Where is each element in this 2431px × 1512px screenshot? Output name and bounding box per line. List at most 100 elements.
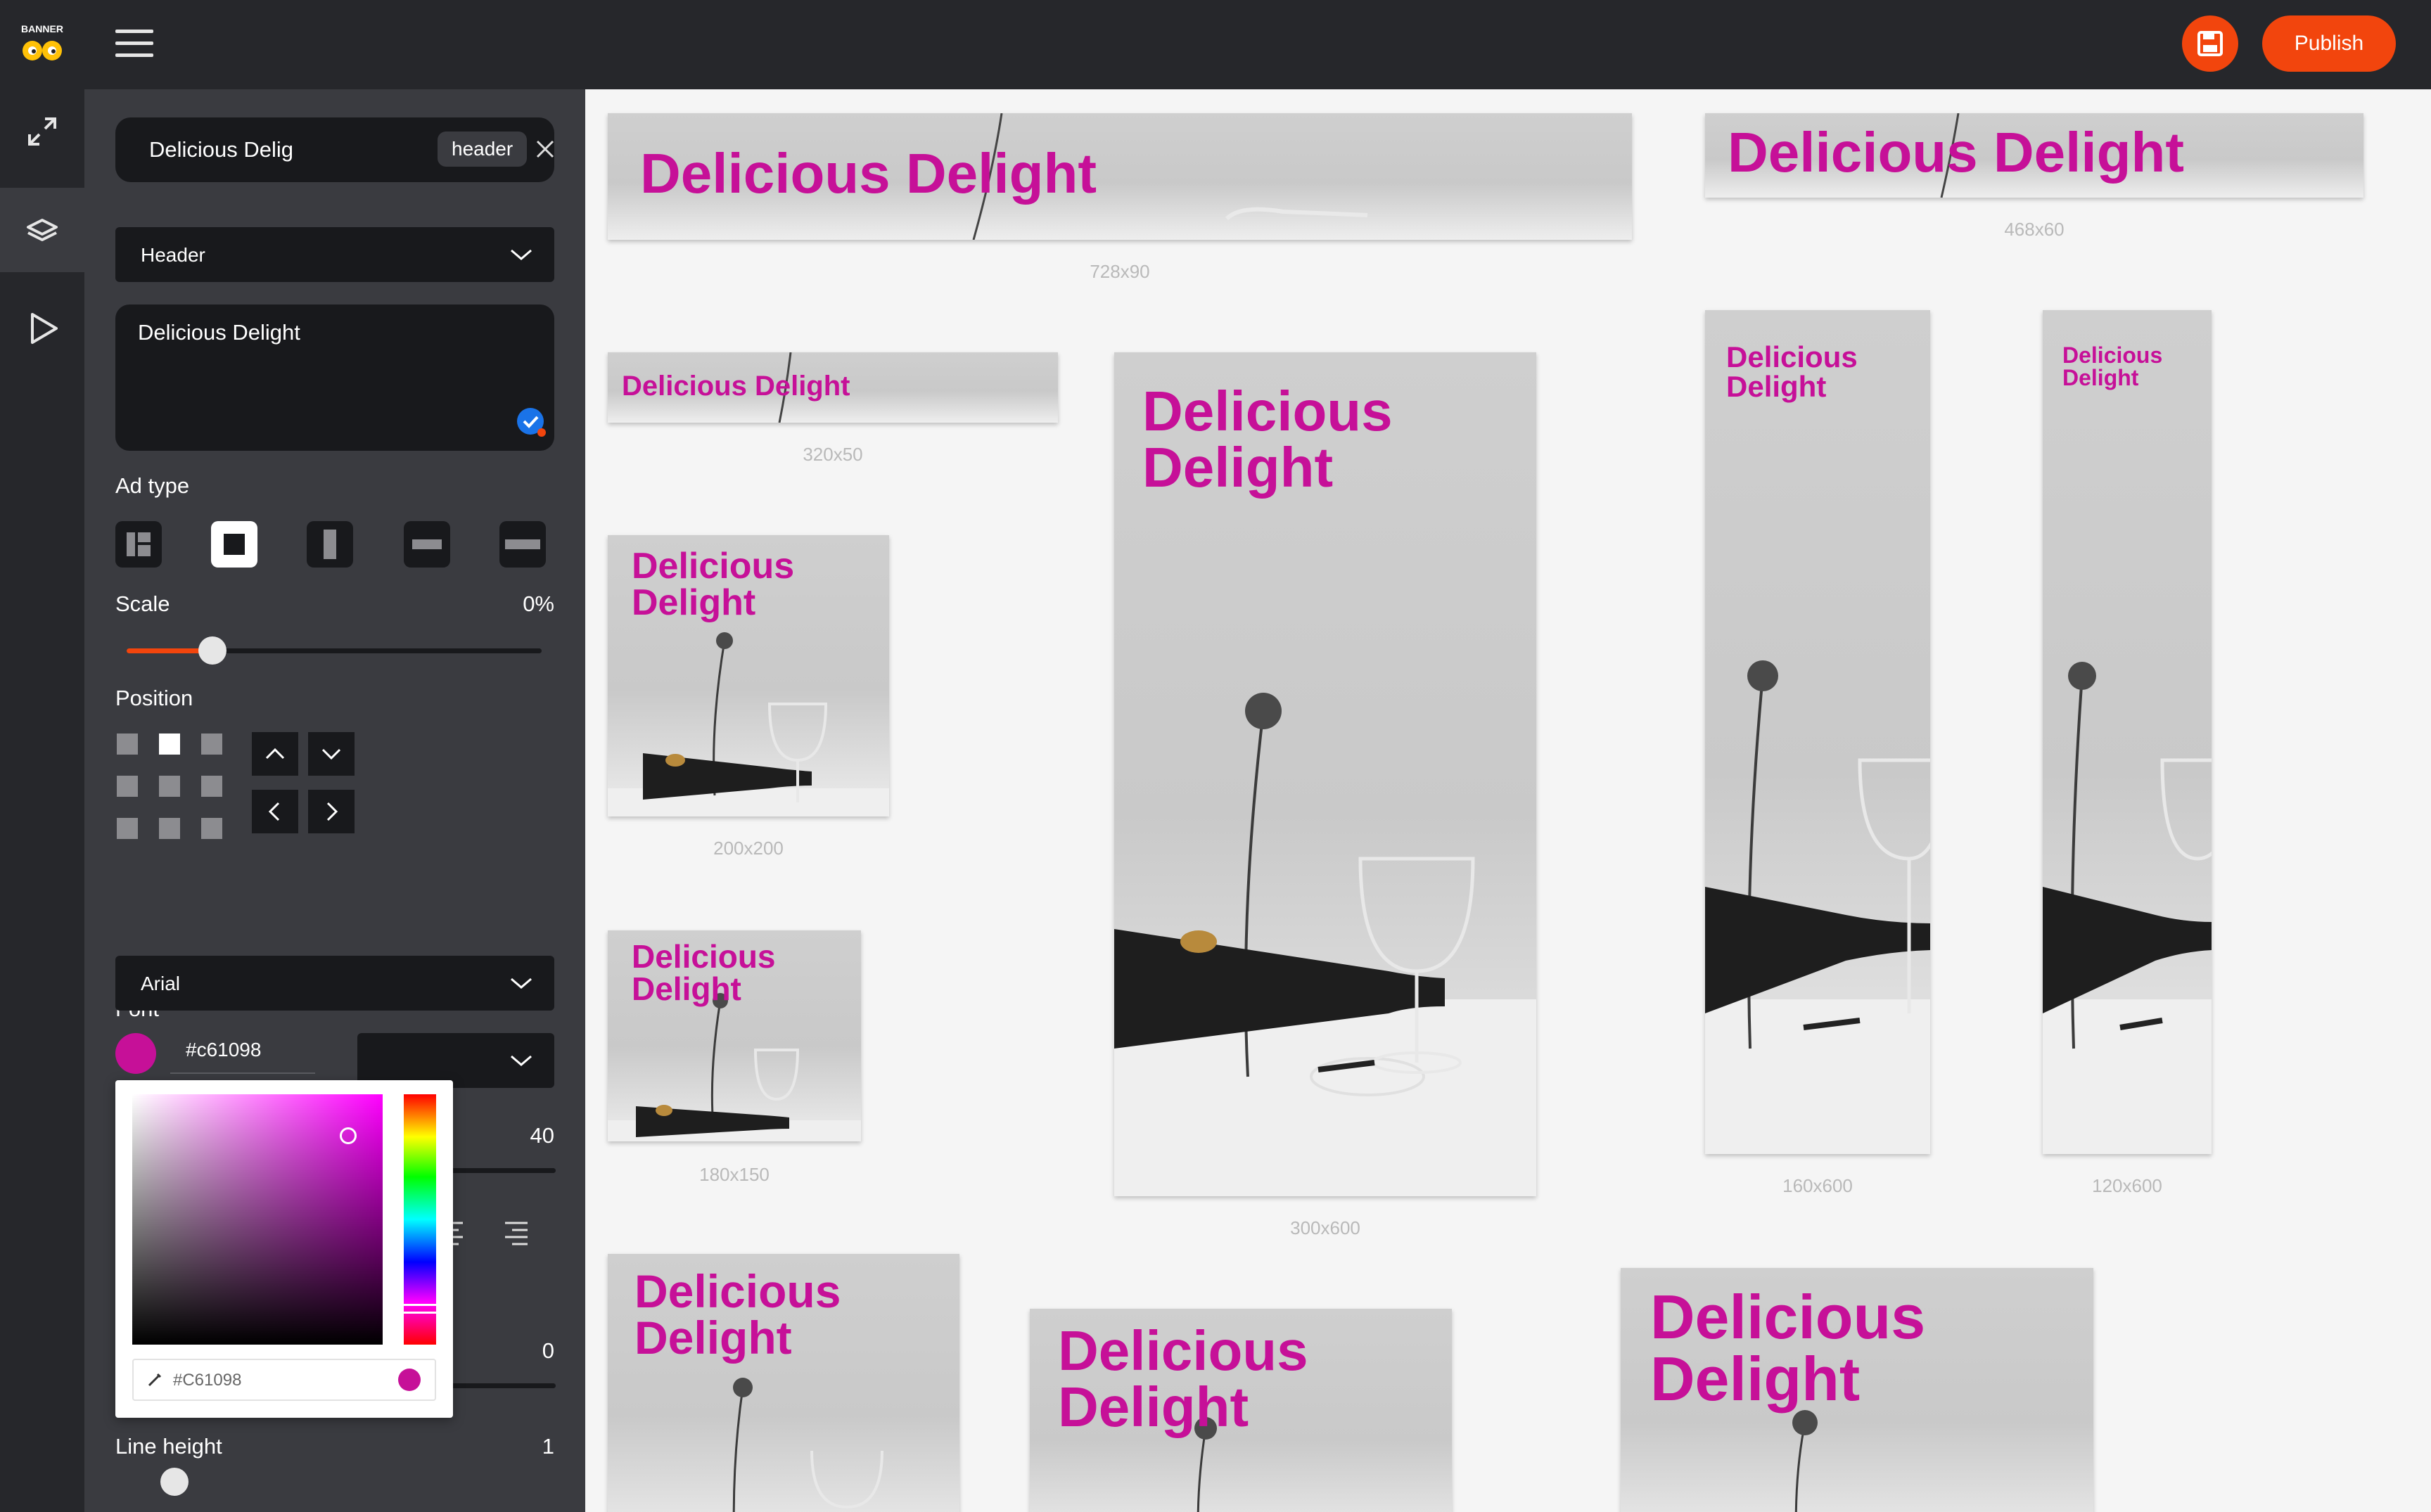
chevron-up-icon — [265, 748, 285, 760]
ad-type-layout[interactable] — [115, 521, 162, 568]
layer-name: Delicious Delig — [149, 137, 294, 162]
font-family-value: Arial — [141, 973, 181, 994]
size-label-200x200: 200x200 — [713, 838, 784, 859]
banner-468x60[interactable]: Delicious Delight — [1705, 113, 2363, 198]
close-icon[interactable] — [535, 139, 556, 160]
line-height-slider-knob[interactable] — [160, 1468, 189, 1496]
eyedropper-icon[interactable] — [145, 1370, 165, 1390]
size-label-180x150: 180x150 — [699, 1164, 770, 1185]
ad-type-wide[interactable] — [499, 521, 546, 568]
size-label-160x600: 160x600 — [1782, 1175, 1853, 1196]
nudge-up-button[interactable] — [252, 732, 298, 776]
chevron-left-icon — [268, 802, 280, 821]
scale-slider-knob[interactable] — [198, 636, 226, 665]
layer-selector[interactable]: Delicious Delig header — [115, 117, 554, 182]
saturation-cursor[interactable] — [340, 1127, 357, 1144]
ad-type-label: Ad type — [115, 473, 190, 498]
banner-336x280[interactable]: Delicious Delight — [1621, 1268, 2093, 1512]
line-height-label: Line height — [115, 1434, 222, 1459]
banner-headline: Delicious Delight — [1142, 380, 1393, 499]
font-size-value: 40 — [530, 1123, 554, 1148]
vertical-bar-icon — [324, 530, 336, 559]
layers-icon — [27, 219, 58, 241]
tool-rail — [0, 89, 84, 1512]
hex-input-value: #C61098 — [173, 1371, 242, 1390]
chevron-down-icon — [511, 249, 532, 260]
letter-spacing-value: 0 — [542, 1338, 554, 1363]
still-life-photo — [1705, 660, 1930, 1154]
horizontal-bar-icon — [412, 539, 442, 549]
banner-120x600[interactable]: Delicious Delight — [2043, 310, 2212, 1154]
chevron-down-icon — [321, 748, 341, 760]
banner-headline: Delicious Delight — [632, 938, 776, 1007]
font-family-select[interactable]: Arial — [115, 956, 554, 1011]
color-picker-popup: #C61098 — [115, 1080, 453, 1418]
hex-input[interactable]: #C61098 — [132, 1359, 436, 1401]
ad-type-square[interactable] — [211, 521, 257, 568]
letter-spacing-slider[interactable] — [450, 1383, 556, 1388]
position-middle-center[interactable] — [159, 776, 180, 797]
scale-value: 0% — [523, 591, 554, 616]
banner-300x600[interactable]: Delicious Delight — [1114, 352, 1536, 1196]
layer-tag: header — [438, 132, 528, 167]
position-bottom-left[interactable] — [117, 818, 138, 839]
nudge-right-button[interactable] — [308, 790, 355, 833]
position-middle-left[interactable] — [117, 776, 138, 797]
play-icon — [31, 313, 58, 344]
still-life-photo — [2043, 662, 2212, 1154]
scale-label: Scale — [115, 591, 170, 616]
hue-slider-thumb[interactable] — [401, 1304, 439, 1314]
ad-type-horizontal[interactable] — [404, 521, 450, 568]
banner-headline: Delicious Delight — [634, 1265, 841, 1364]
ad-type-vertical[interactable] — [307, 521, 353, 568]
banner-headline: Delicious Delight — [640, 142, 1097, 205]
banner-160x600[interactable]: Delicious Delight — [1705, 310, 1930, 1154]
size-label-120x600: 120x600 — [2092, 1175, 2162, 1196]
banner-320x50[interactable]: Delicious Delight — [608, 352, 1058, 423]
position-bottom-right[interactable] — [201, 818, 222, 839]
preview-tool[interactable] — [0, 286, 84, 371]
banner-headline: Delicious Delight — [1650, 1282, 1926, 1414]
text-color-swatch[interactable] — [115, 1033, 156, 1074]
element-type-value: Header — [141, 244, 205, 266]
banner-250x250[interactable]: Delicious Delight — [608, 1254, 959, 1512]
position-middle-right[interactable] — [201, 776, 222, 797]
chevron-right-icon — [326, 802, 338, 821]
expand-arrows-icon — [28, 117, 56, 146]
headline-text-input[interactable]: Delicious Delight — [115, 305, 554, 451]
layers-tool[interactable] — [0, 188, 84, 272]
resize-tool[interactable] — [0, 89, 84, 174]
position-bottom-center[interactable] — [159, 818, 180, 839]
size-label-320x50: 320x50 — [803, 444, 863, 465]
banner-headline: Delicious Delight — [622, 371, 850, 402]
font-size-slider[interactable] — [450, 1168, 556, 1173]
position-top-right[interactable] — [201, 733, 222, 755]
position-top-left[interactable] — [117, 733, 138, 755]
save-button[interactable] — [2182, 15, 2238, 72]
nudge-down-button[interactable] — [308, 732, 355, 776]
square-icon — [224, 534, 245, 555]
align-right-icon[interactable] — [501, 1217, 532, 1248]
line-height-value: 1 — [542, 1434, 554, 1459]
menu-icon[interactable] — [115, 30, 153, 58]
position-top-center[interactable] — [159, 733, 180, 755]
text-color-hex[interactable]: #c61098 — [186, 1039, 261, 1061]
bannerboo-logo[interactable]: BANNER — [17, 21, 68, 66]
banner-headline: Delicious Delight — [1726, 340, 1858, 403]
banner-200x200[interactable]: Delicious Delight — [608, 535, 889, 816]
svg-text:BANNER: BANNER — [21, 23, 63, 34]
element-type-select[interactable]: Header — [115, 227, 554, 282]
publish-button[interactable]: Publish — [2262, 15, 2396, 72]
size-label-728x90: 728x90 — [1090, 261, 1150, 282]
chevron-down-icon — [511, 978, 532, 989]
banner-canvas: Delicious Delight 728x90 Delicious Delig… — [585, 89, 2431, 1512]
banner-headline: Delicious Delight — [1728, 121, 2184, 184]
size-label-300x600: 300x600 — [1290, 1217, 1360, 1238]
top-bar: BANNER Publish — [0, 0, 2431, 89]
banner-180x150[interactable]: Delicious Delight — [608, 930, 861, 1141]
wide-bar-icon — [505, 539, 540, 549]
nudge-left-button[interactable] — [252, 790, 298, 833]
layout-grid-icon — [127, 532, 151, 556]
banner-728x90[interactable]: Delicious Delight — [608, 113, 1632, 240]
banner-300x250[interactable]: Delicious Delight — [1030, 1309, 1452, 1512]
